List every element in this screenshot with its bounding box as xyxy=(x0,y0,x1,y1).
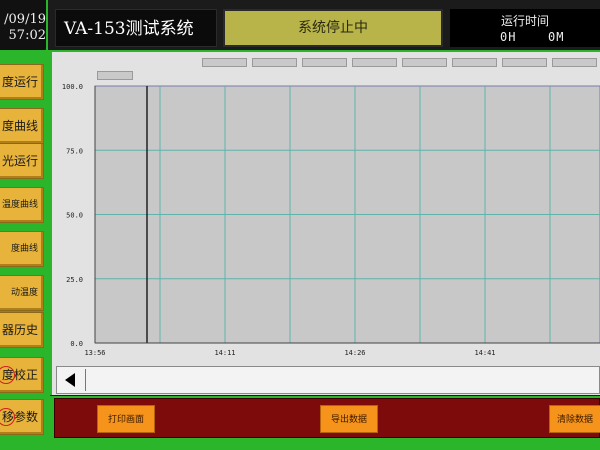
x-tick-label: 14:26 xyxy=(344,349,365,357)
y-tick-label: 75.0 xyxy=(66,147,83,155)
y-tick-label: 25.0 xyxy=(66,276,83,284)
y-tick-label: 0.0 xyxy=(70,340,83,348)
x-tick-label: 14:41 xyxy=(474,349,495,357)
action-panel: 打印画面 导出数据 清除数据 xyxy=(54,398,600,438)
chart-scrollbar[interactable] xyxy=(56,366,600,394)
y-tick-label: 100.0 xyxy=(62,83,83,91)
clear-data-button[interactable]: 清除数据 xyxy=(549,405,600,433)
export-data-button[interactable]: 导出数据 xyxy=(320,405,378,433)
x-tick-label: 13:56 xyxy=(84,349,105,357)
x-tick-label: 14:11 xyxy=(214,349,235,357)
scroll-separator xyxy=(85,369,86,391)
bottom-bar: 打印画面 导出数据 清除数据 xyxy=(50,396,600,450)
scroll-left-arrow-icon[interactable] xyxy=(57,367,83,393)
hmi-screen: /09/19 57:02 VA-153测试系统 系统停止中 运行时间 0H 0M… xyxy=(0,0,600,450)
y-tick-label: 50.0 xyxy=(66,212,83,220)
print-screen-button[interactable]: 打印画面 xyxy=(97,405,155,433)
